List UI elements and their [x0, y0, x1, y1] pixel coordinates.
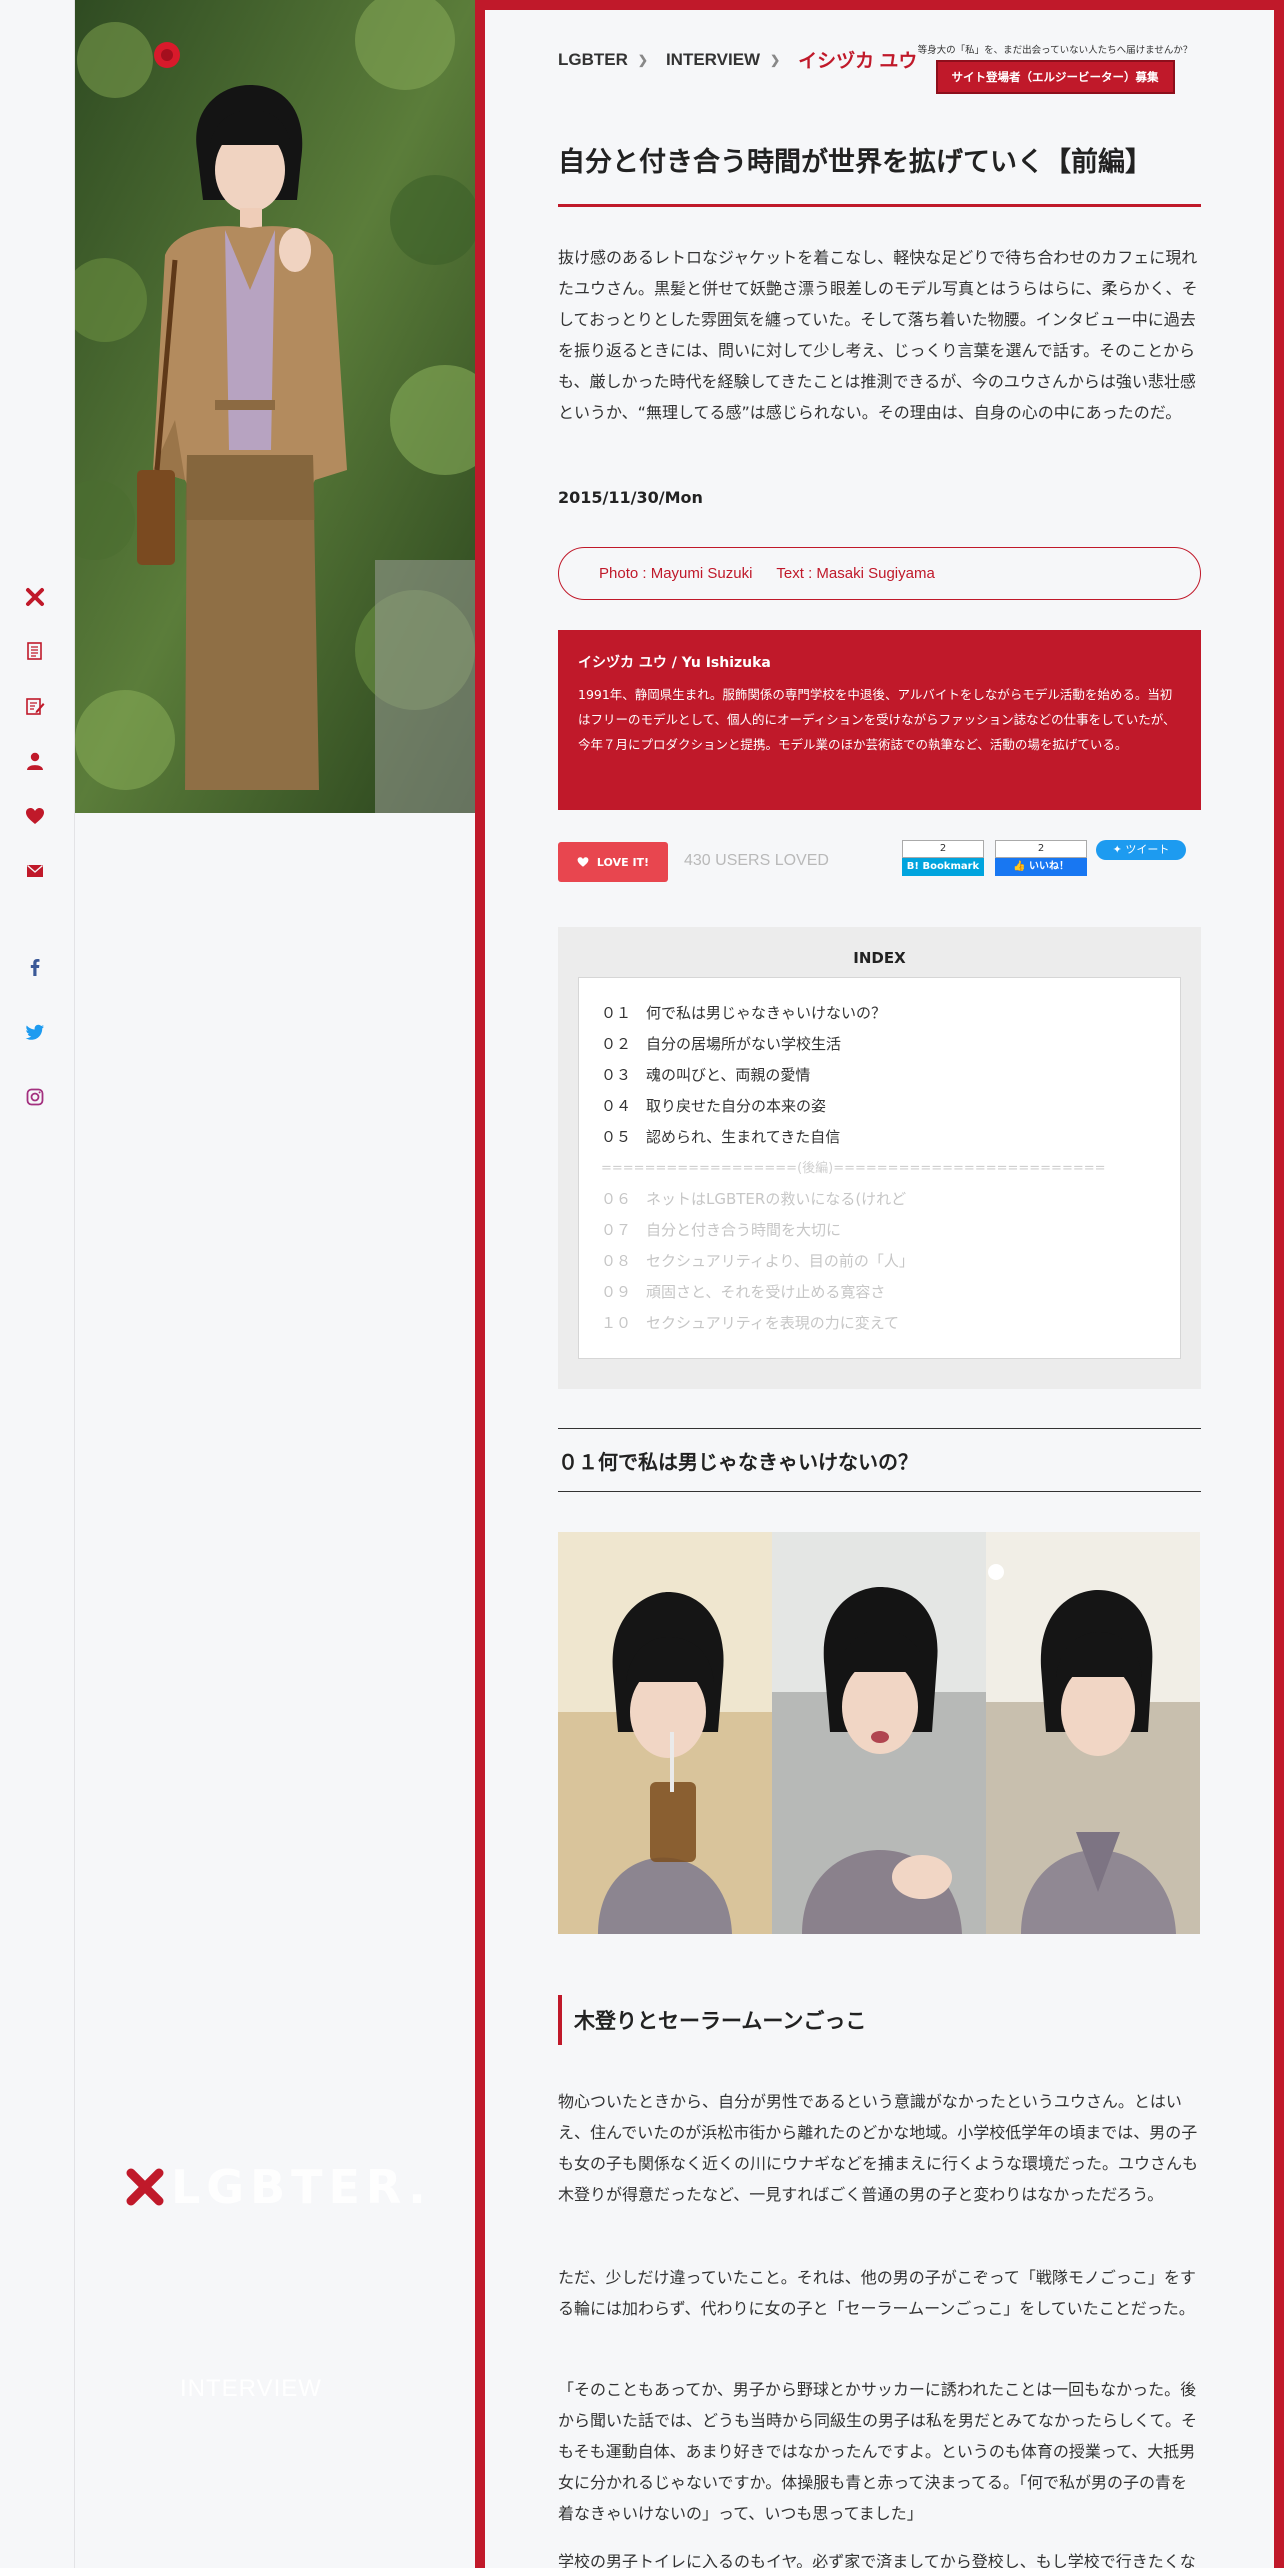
heart-icon [577, 857, 589, 867]
section-heading: ０１何で私は男じゃなきゃいけないの？ [558, 1428, 1201, 1492]
hero-column [75, 813, 475, 2568]
sub-heading: 木登りとセーラームーンごっこ [558, 1995, 1201, 2045]
index-item-later: ０７ 自分と付き合う時間を大切に [601, 1221, 842, 1239]
index-item[interactable]: ０１ 何で私は男じゃなきゃいけないの？ [601, 998, 1158, 1029]
body-paragraph: 学校の男子トイレに入るのもイヤ。必ず家で済ましてから登校し、もし学校で行きたくな… [558, 2552, 1196, 2568]
text-credit: Text : Masaki Sugiyama [776, 565, 935, 582]
recruit-button[interactable]: サイト登場者（エルジービーター）募集 [935, 60, 1175, 94]
index-item[interactable]: ０４ 取り戻せた自分の本来の姿 [601, 1091, 1158, 1122]
credit-box: Photo : Mayumi Suzuki Text : Masaki Sugi… [558, 547, 1201, 600]
index-item-later: ０６ ネットはLGBTERの救いになる(けれど [601, 1190, 907, 1208]
breadcrumb-home[interactable]: LGBTER [558, 50, 628, 70]
body-paragraph: 物心ついたときから、自分が男性であるという意識がなかったというユウさん。とはいえ… [558, 2092, 1199, 2204]
twitter-icon[interactable] [22, 1019, 48, 1045]
photo-credit: Photo : Mayumi Suzuki [599, 565, 753, 582]
lgbter-x-icon[interactable] [22, 584, 48, 610]
profile-text: 1991年、静岡県生まれ。服飾関係の専門学校を中退後、アルバイトをしながらモデル… [578, 687, 1176, 752]
twitter-bird-icon: ✦ [1112, 843, 1122, 856]
profile-name: イシヅカ ユウ / Yu Ishizuka [578, 655, 771, 671]
share-actions: LOVE IT! 430 USERS LOVED 2 B! Bookmark 2… [558, 840, 1201, 884]
recruit-note: 等身大の「私」を、まだ出会っていない人たちへ届けませんか？ [917, 45, 1193, 56]
hero-logo: LGBTER. [125, 2160, 432, 2214]
love-it-button[interactable]: LOVE IT! [558, 842, 668, 882]
index-separator: ==================(後編)==================… [601, 1161, 1106, 1176]
chevron-right-icon: ❯ [770, 52, 781, 67]
article-content: LGBTER ❯ INTERVIEW ❯ イシヅカ ユウ 等身大の「私」を、まだ… [485, 10, 1274, 2568]
article-lead: 抜け感のあるレトロなジャケットを着こなし、軽快な足どりで待ち合わせのカフェに現れ… [558, 248, 1198, 422]
body-paragraph: ただ、少しだけ違っていたこと。それは、他の男の子がこぞって「戦隊モノごっこ」をす… [558, 2268, 1196, 2318]
facebook-like-count: 2 [995, 840, 1087, 858]
table-of-contents: INDEX ０１ 何で私は男じゃなきゃいけないの？ ０２ 自分の居場所がない学校… [558, 927, 1201, 1389]
index-item-later: ０９ 頑固さと、それを受け止める寛容さ [601, 1283, 886, 1301]
body-paragraph: 「そのこともあってか、男子から野球とかサッカーに誘われたことは一回もなかった。後… [558, 2380, 1198, 2523]
heart-icon[interactable] [22, 803, 48, 829]
lgbter-logo-x-icon [126, 2168, 164, 2206]
facebook-like-label: 👍 いいね！ [995, 858, 1087, 876]
hero-category-label: INTERVIEW [180, 2375, 322, 2402]
facebook-like-button[interactable]: 2 👍 いいね！ [995, 840, 1087, 876]
index-item-later: ０８ セクシュアリティより、目の前の「人」 [601, 1252, 914, 1270]
thumbs-up-icon: 👍 [1013, 861, 1026, 872]
hatena-label: B! Bookmark [902, 858, 984, 876]
person-icon[interactable] [22, 748, 48, 774]
index-list: ０１ 何で私は男じゃなきゃいけないの？ ０２ 自分の居場所がない学校生活 ０３ … [578, 977, 1181, 1359]
side-nav-rail [0, 0, 75, 2568]
index-item[interactable]: ０３ 魂の叫びと、両親の愛情 [601, 1060, 1158, 1091]
tweet-button[interactable]: ✦ ツイート [1096, 840, 1186, 860]
title-divider [558, 204, 1201, 207]
edit-icon[interactable] [22, 693, 48, 719]
chevron-right-icon: ❯ [637, 52, 648, 67]
article-date: 2015/11/30/Mon [558, 488, 703, 507]
profile-box: イシヅカ ユウ / Yu Ishizuka 1991年、静岡県生まれ。服飾関係の… [558, 630, 1201, 810]
loved-count: 430 USERS LOVED [684, 852, 829, 869]
interview-photos [558, 1532, 1201, 1934]
article-icon[interactable] [22, 638, 48, 664]
index-title: INDEX [853, 949, 906, 967]
interview-photo-3 [986, 1532, 1200, 1934]
hatena-count: 2 [902, 840, 984, 858]
hero-photo [75, 0, 475, 813]
hatena-bookmark-button[interactable]: 2 B! Bookmark [902, 840, 984, 876]
love-it-label: LOVE IT! [596, 855, 650, 869]
index-item-later: １０ セクシュアリティを表現の力に変えて [601, 1314, 900, 1332]
facebook-icon[interactable] [22, 954, 48, 980]
index-item[interactable]: ０５ 認められ、生まれてきた自信 [601, 1122, 1158, 1153]
interview-photo-1 [558, 1532, 772, 1934]
mail-icon[interactable] [22, 858, 48, 884]
hero-logo-text: LGBTER. [171, 2160, 432, 2214]
article-title: 自分と付き合う時間が世界を拡げていく【前編】 [558, 147, 1152, 178]
recruit-banner: 等身大の「私」を、まだ出会っていない人たちへ届けませんか？ サイト登場者（エルジ… [910, 42, 1200, 94]
breadcrumb-current: イシヅカ ユウ [798, 51, 918, 72]
breadcrumb: LGBTER ❯ INTERVIEW ❯ イシヅカ ユウ [558, 46, 917, 73]
instagram-icon[interactable] [22, 1084, 48, 1110]
index-item[interactable]: ０２ 自分の居場所がない学校生活 [601, 1029, 1158, 1060]
interview-photo-2 [772, 1532, 986, 1934]
breadcrumb-category[interactable]: INTERVIEW [666, 50, 760, 70]
